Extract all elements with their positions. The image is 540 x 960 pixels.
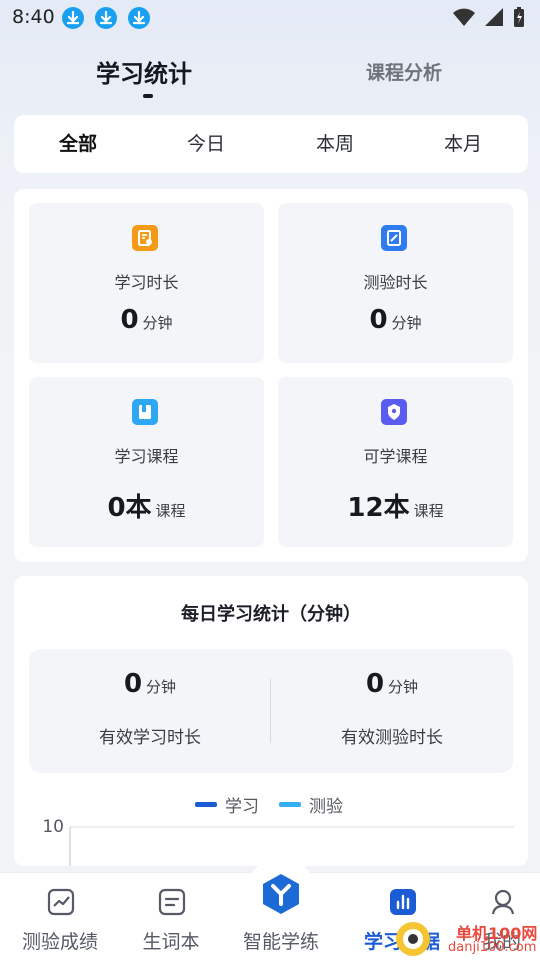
watermark: 单机100网 danji100.com (388, 918, 540, 960)
download-icon (95, 7, 117, 29)
tab-course-analysis[interactable]: 课程分析 (366, 58, 442, 85)
daily-metric-number: 0 (123, 669, 143, 699)
notebook-icon (158, 888, 186, 916)
stat-card-available-courses[interactable]: 可学课程 12本 课程 (278, 377, 513, 547)
daily-line-chart: 10 (42, 817, 514, 866)
download-icon (128, 7, 150, 29)
user-icon (491, 889, 515, 915)
stat-number: 0 (120, 305, 139, 335)
stat-unit: 课程 (155, 502, 186, 520)
tab-study-stats[interactable]: 学习统计 (96, 54, 192, 89)
download-icon (62, 7, 84, 29)
nav-item-quiz-scores[interactable]: 测验成绩 (6, 873, 114, 960)
stat-unit: 分钟 (142, 314, 173, 332)
stat-number: 12本 (347, 493, 410, 523)
stat-value: 0 分钟 (29, 305, 264, 335)
tab-indicator (143, 94, 153, 98)
daily-metric-value: 0 分钟 (29, 669, 271, 699)
trend-chart-icon (47, 888, 75, 916)
nav-item-vocab-book[interactable]: 生词本 (117, 873, 225, 960)
daily-metric-unit: 分钟 (146, 678, 177, 696)
stat-value: 0本 课程 (29, 487, 264, 524)
top-tabs: 学习统计 课程分析 (0, 48, 540, 108)
stat-value: 0 分钟 (278, 305, 513, 335)
study-duration-icon (132, 225, 158, 251)
nav-label: 测验成绩 (21, 931, 98, 953)
daily-metric-quiz: 0 分钟 有效测验时长 (271, 649, 513, 773)
daily-metric-value: 0 分钟 (271, 669, 513, 699)
stat-label: 学习时长 (114, 273, 179, 292)
legend-swatch (279, 802, 301, 807)
daily-stats-title: 每日学习统计（分钟） (181, 604, 361, 625)
nav-label: 智能学练 (242, 931, 319, 953)
daily-metric-unit: 分钟 (388, 678, 419, 696)
course-book-icon (132, 399, 158, 425)
status-bar: 8:40 (0, 0, 540, 36)
wifi-icon (453, 8, 475, 26)
signal-icon (485, 8, 503, 26)
stat-card-study-duration[interactable]: 学习时长 0 分钟 (29, 203, 264, 363)
stat-value: 12本 课程 (278, 487, 513, 524)
stat-label: 学习课程 (114, 447, 179, 466)
stat-unit: 课程 (413, 502, 444, 520)
stat-number: 0本 (107, 493, 152, 523)
daily-metric-study: 0 分钟 有效学习时长 (29, 649, 271, 773)
period-filter: 全部 今日 本周 本月 (14, 115, 528, 173)
daily-stats-panel: 每日学习统计（分钟） 0 分钟 有效学习时长 0 分钟 有效测验时长 学习 测验 1… (14, 576, 528, 866)
daily-metric-number: 0 (365, 669, 385, 699)
status-time: 8:40 (12, 6, 55, 28)
period-option-week[interactable]: 本周 (271, 115, 399, 173)
daily-metric-label: 有效学习时长 (99, 728, 201, 748)
watermark-subtitle: danji100.com (448, 940, 537, 955)
daily-metrics: 0 分钟 有效学习时长 0 分钟 有效测验时长 (29, 649, 513, 773)
nav-label: 生词本 (142, 931, 200, 953)
period-option-all[interactable]: 全部 (14, 115, 142, 173)
stats-panel: 学习时长 0 分钟 测验时长 0 分钟 学习课程 0本 课程 可学课程 12本 课程 (14, 189, 528, 562)
stat-label: 测验时长 (363, 273, 428, 292)
legend-swatch (195, 802, 217, 807)
bar-chart-icon (390, 889, 416, 915)
stat-number: 0 (369, 305, 388, 335)
stat-card-quiz-duration[interactable]: 测验时长 0 分钟 (278, 203, 513, 363)
watermark-logo-icon (396, 922, 430, 956)
y-tick-label: 10 (42, 817, 64, 837)
stat-label: 可学课程 (363, 447, 428, 466)
available-course-icon (381, 399, 407, 425)
quiz-duration-icon (381, 225, 407, 251)
period-option-month[interactable]: 本月 (399, 115, 527, 173)
smart-practice-icon[interactable] (259, 872, 303, 916)
battery-icon (514, 7, 524, 27)
stat-unit: 分钟 (391, 314, 422, 332)
stat-card-studied-courses[interactable]: 学习课程 0本 课程 (29, 377, 264, 547)
period-option-today[interactable]: 今日 (142, 115, 270, 173)
daily-metric-label: 有效测验时长 (341, 728, 443, 748)
